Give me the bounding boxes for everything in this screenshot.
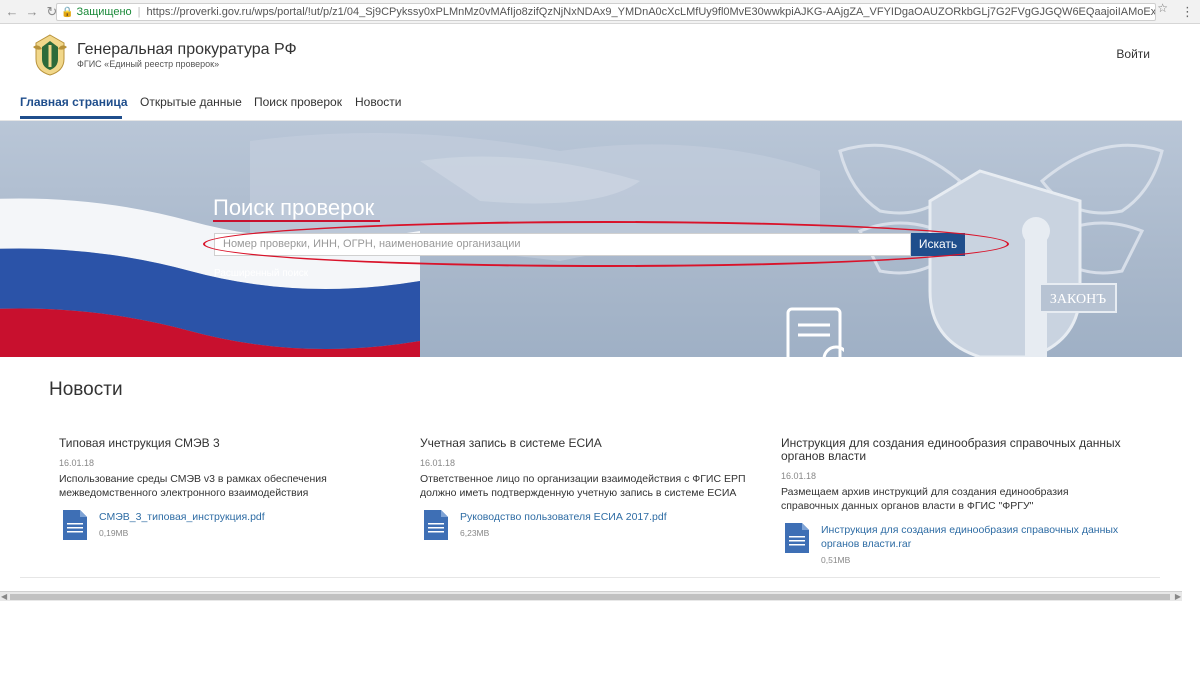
file-link[interactable]: СМЭВ_3_типовая_инструкция.pdf	[99, 510, 265, 524]
nav-item-open-data[interactable]: Открытые данные	[140, 95, 242, 109]
news-item: Инструкция для создания единообразия спр…	[781, 437, 1126, 567]
org-subtitle: ФГИС «Единый реестр проверок»	[77, 59, 220, 69]
document-file-icon	[785, 523, 809, 553]
news-heading: Новости	[49, 379, 123, 400]
news-title[interactable]: Учетная запись в системе ЕСИА	[420, 437, 760, 450]
main-nav: Главная страница Открытые данные Поиск п…	[0, 85, 1182, 121]
advanced-search-link[interactable]: Расширенный поиск	[214, 268, 308, 279]
document-file-icon	[424, 510, 448, 540]
news-item: Типовая инструкция СМЭВ 3 16.01.18 Испол…	[59, 437, 399, 546]
search-hero: ЗАКОНЪ Поиск проверок Номер проверки, ИН…	[0, 121, 1182, 357]
address-bar[interactable]: 🔒 Защищено | https://proverki.gov.ru/wps…	[56, 3, 1156, 21]
nav-item-search[interactable]: Поиск проверок	[254, 95, 342, 109]
news-date: 16.01.18	[59, 458, 95, 468]
file-size: 0,19MB	[99, 528, 129, 538]
news-text: Использование среды СМЭВ v3 в рамках обе…	[59, 473, 327, 499]
attachment[interactable]: СМЭВ_3_типовая_инструкция.pdf 0,19MB	[59, 510, 399, 546]
active-nav-indicator	[20, 116, 122, 119]
document-illustration-icon	[786, 307, 844, 357]
search-title: Поиск проверок	[213, 195, 375, 220]
scroll-right-icon[interactable]: ▶	[1175, 592, 1181, 601]
news-title[interactable]: Инструкция для создания единообразия спр…	[781, 437, 1126, 463]
browser-toolbar: ← → ↻ 🔒 Защищено | https://proverki.gov.…	[0, 0, 1200, 24]
nav-item-news[interactable]: Новости	[355, 95, 401, 109]
menu-dots-icon[interactable]: ⋮	[1181, 4, 1194, 20]
site-header: Генеральная прокуратура РФ ФГИС «Единый …	[0, 25, 1182, 85]
scrollbar-thumb[interactable]	[10, 594, 1170, 600]
forward-arrow-icon[interactable]: →	[24, 4, 40, 20]
news-date: 16.01.18	[781, 471, 817, 481]
attachment[interactable]: Инструкция для создания единообразия спр…	[781, 523, 1126, 567]
login-link[interactable]: Войти	[1116, 47, 1150, 61]
annotation-ellipse	[203, 221, 1009, 267]
news-text: Ответственное лицо по организации взаимо…	[420, 473, 746, 499]
address-separator: |	[137, 6, 141, 18]
content-divider	[20, 577, 1160, 578]
news-text: Размещаем архив инструкций для создания …	[781, 486, 1069, 512]
news-date: 16.01.18	[420, 458, 456, 468]
back-arrow-icon[interactable]: ←	[4, 4, 20, 20]
prosecutor-emblem-icon[interactable]	[30, 33, 70, 77]
url-text: https://proverki.gov.ru/wps/portal/!ut/p…	[146, 6, 1156, 18]
zakon-label: ЗАКОНЪ	[1050, 292, 1106, 307]
document-file-icon	[63, 510, 87, 540]
file-link[interactable]: Инструкция для создания единообразия спр…	[821, 523, 1121, 551]
lock-icon: 🔒	[61, 6, 74, 18]
file-size: 0,51MB	[821, 555, 851, 565]
horizontal-scrollbar[interactable]: ◀ ▶	[0, 591, 1182, 601]
file-size: 6,23MB	[460, 528, 490, 538]
attachment[interactable]: Руководство пользователя ЕСИА 2017.pdf 6…	[420, 510, 760, 546]
title-annotation-underline	[213, 220, 380, 222]
news-item: Учетная запись в системе ЕСИА 16.01.18 О…	[420, 437, 760, 546]
news-title[interactable]: Типовая инструкция СМЭВ 3	[59, 437, 399, 450]
bookmark-star-icon[interactable]: ☆	[1157, 1, 1168, 15]
file-link[interactable]: Руководство пользователя ЕСИА 2017.pdf	[460, 510, 667, 524]
org-title[interactable]: Генеральная прокуратура РФ	[77, 41, 297, 59]
secure-label: Защищено	[76, 6, 132, 18]
nav-item-home[interactable]: Главная страница	[20, 95, 128, 109]
scroll-left-icon[interactable]: ◀	[1, 592, 7, 601]
